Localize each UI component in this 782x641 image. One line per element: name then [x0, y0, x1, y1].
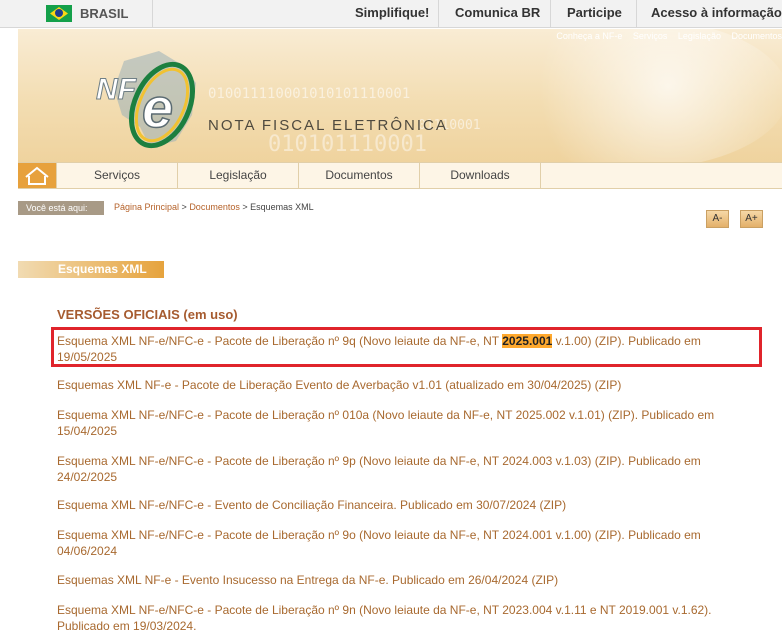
- tab-servicos[interactable]: Serviços: [56, 163, 178, 188]
- item-text: Esquema XML NF-e/NFC-e - Pacote de Liber…: [57, 334, 503, 348]
- schema-link-insucesso[interactable]: Esquemas XML NF-e - Evento Insucesso na …: [57, 572, 761, 588]
- link-conheca-nfe[interactable]: Conheça a NF-e: [556, 31, 622, 41]
- tab-legislacao[interactable]: Legislação: [178, 163, 299, 188]
- tab-documentos[interactable]: Documentos: [299, 163, 420, 188]
- tab-downloads[interactable]: Downloads: [420, 163, 541, 188]
- highlight-text: 2025.001: [502, 334, 553, 348]
- breadcrumb-documentos-link[interactable]: Documentos: [189, 202, 240, 212]
- header-banner: 010011110001010101110001 01110001 010101…: [18, 29, 782, 162]
- schema-link-averbacao[interactable]: Esquemas XML NF-e - Pacote de Liberação …: [57, 377, 761, 393]
- schema-link-9q[interactable]: Esquema XML NF-e/NFC-e - Pacote de Liber…: [57, 333, 761, 365]
- link-servicos-top[interactable]: Serviços: [633, 31, 668, 41]
- banner-binary-text: 010101110001: [268, 132, 427, 157]
- breadcrumb: Página Principal > Documentos > Esquemas…: [114, 202, 314, 212]
- home-icon: [25, 166, 49, 185]
- link-legislacao-top[interactable]: Legislação: [678, 31, 721, 41]
- svg-text:NF: NF: [96, 73, 137, 106]
- gov-link-participe[interactable]: Participe: [567, 5, 622, 20]
- main-nav: Serviços Legislação Documentos Downloads: [18, 162, 782, 189]
- breadcrumb-separator: >: [239, 202, 251, 212]
- banner-top-links: Conheça a NF-e Serviços Legislação Docum…: [548, 31, 782, 41]
- breadcrumb-current: Esquemas XML: [250, 202, 314, 212]
- font-decrease-button[interactable]: A-: [706, 210, 729, 228]
- nfe-logo[interactable]: NF e: [84, 43, 214, 153]
- brazil-flag-icon: [46, 5, 72, 22]
- schema-link-9n[interactable]: Esquema XML NF-e/NFC-e - Pacote de Liber…: [57, 602, 761, 634]
- schema-link-010a[interactable]: Esquema XML NF-e/NFC-e - Pacote de Liber…: [57, 407, 761, 439]
- schema-link-9p[interactable]: Esquema XML NF-e/NFC-e - Pacote de Liber…: [57, 453, 761, 485]
- gov-bar: BRASIL Simplifique! Comunica BR Particip…: [0, 0, 782, 28]
- banner-binary-text: 010011110001010101110001: [208, 86, 411, 102]
- gov-link-acesso-informacao[interactable]: Acesso à informação: [651, 5, 782, 20]
- breadcrumb-separator: >: [179, 202, 190, 212]
- schema-link-9o[interactable]: Esquema XML NF-e/NFC-e - Pacote de Liber…: [57, 527, 761, 559]
- breadcrumb-home-link[interactable]: Página Principal: [114, 202, 179, 212]
- site-title: NOTA FISCAL ELETRÔNICA: [208, 117, 448, 134]
- country-label[interactable]: BRASIL: [80, 6, 128, 21]
- schema-link-conciliacao[interactable]: Esquema XML NF-e/NFC-e - Evento de Conci…: [57, 497, 761, 513]
- breadcrumb-label: Você está aqui:: [18, 201, 104, 215]
- gov-link-comunica[interactable]: Comunica BR: [455, 5, 540, 20]
- section-title: Esquemas XML: [18, 261, 164, 278]
- svg-text:e: e: [142, 76, 173, 139]
- link-documentos-top[interactable]: Documentos: [731, 31, 782, 41]
- gov-link-simplifique[interactable]: Simplifique!: [355, 5, 429, 20]
- versions-heading: VERSÕES OFICIAIS (em uso): [57, 307, 238, 322]
- font-increase-button[interactable]: A+: [740, 210, 763, 228]
- home-button[interactable]: [18, 163, 56, 188]
